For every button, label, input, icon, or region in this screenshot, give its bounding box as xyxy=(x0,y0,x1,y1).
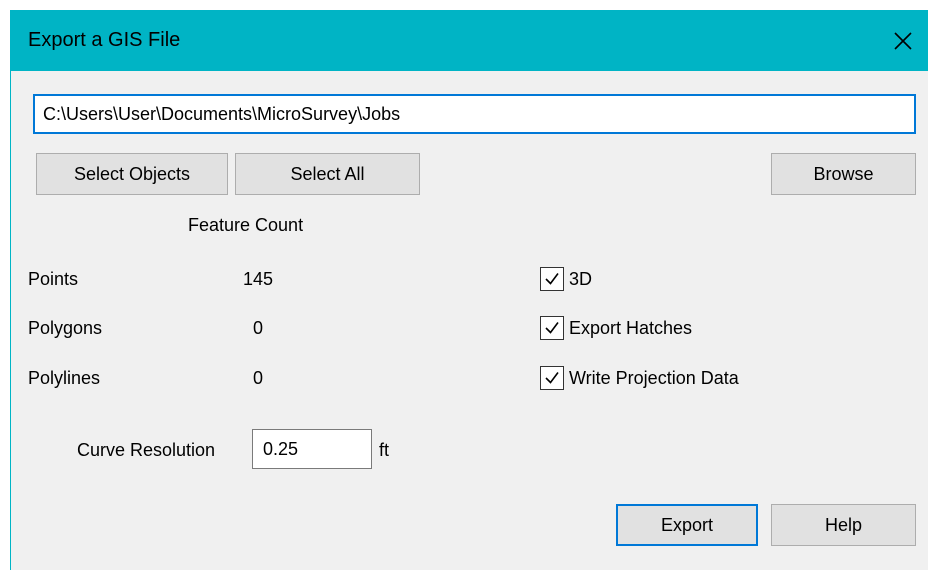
3d-label[interactable]: 3D xyxy=(569,269,592,290)
feature-count-header: Feature Count xyxy=(188,215,304,235)
curve-resolution-label: Curve Resolution xyxy=(77,440,216,460)
dialog-title: Export a GIS File xyxy=(28,29,181,51)
curve-resolution-unit: ft xyxy=(379,440,390,460)
curve-resolution-input[interactable] xyxy=(252,429,372,469)
help-button[interactable]: Help xyxy=(771,504,916,546)
close-icon xyxy=(894,31,912,50)
polygons-count: 0 xyxy=(253,318,264,338)
check-icon xyxy=(545,273,559,285)
export-hatches-checkbox[interactable] xyxy=(540,316,564,340)
points-label: Points xyxy=(28,269,79,289)
write-projection-data-label[interactable]: Write Projection Data xyxy=(569,368,739,389)
check-icon xyxy=(545,322,559,334)
browse-button[interactable]: Browse xyxy=(771,153,916,195)
select-objects-button[interactable]: Select Objects xyxy=(36,153,228,195)
write-projection-data-checkbox[interactable] xyxy=(540,366,564,390)
check-icon xyxy=(545,372,559,384)
title-bar[interactable]: Export a GIS File xyxy=(11,10,928,71)
polylines-count: 0 xyxy=(253,368,264,388)
select-all-button[interactable]: Select All xyxy=(235,153,420,195)
close-button[interactable] xyxy=(877,10,928,71)
export-gis-dialog: Export a GIS File Select Objects Select … xyxy=(10,10,928,570)
export-button[interactable]: Export xyxy=(616,504,758,546)
polygons-label: Polygons xyxy=(28,318,103,338)
export-hatches-label[interactable]: Export Hatches xyxy=(569,318,692,339)
file-path-input[interactable] xyxy=(33,94,916,134)
points-count: 145 xyxy=(243,269,274,289)
3d-checkbox[interactable] xyxy=(540,267,564,291)
polylines-label: Polylines xyxy=(28,368,101,388)
